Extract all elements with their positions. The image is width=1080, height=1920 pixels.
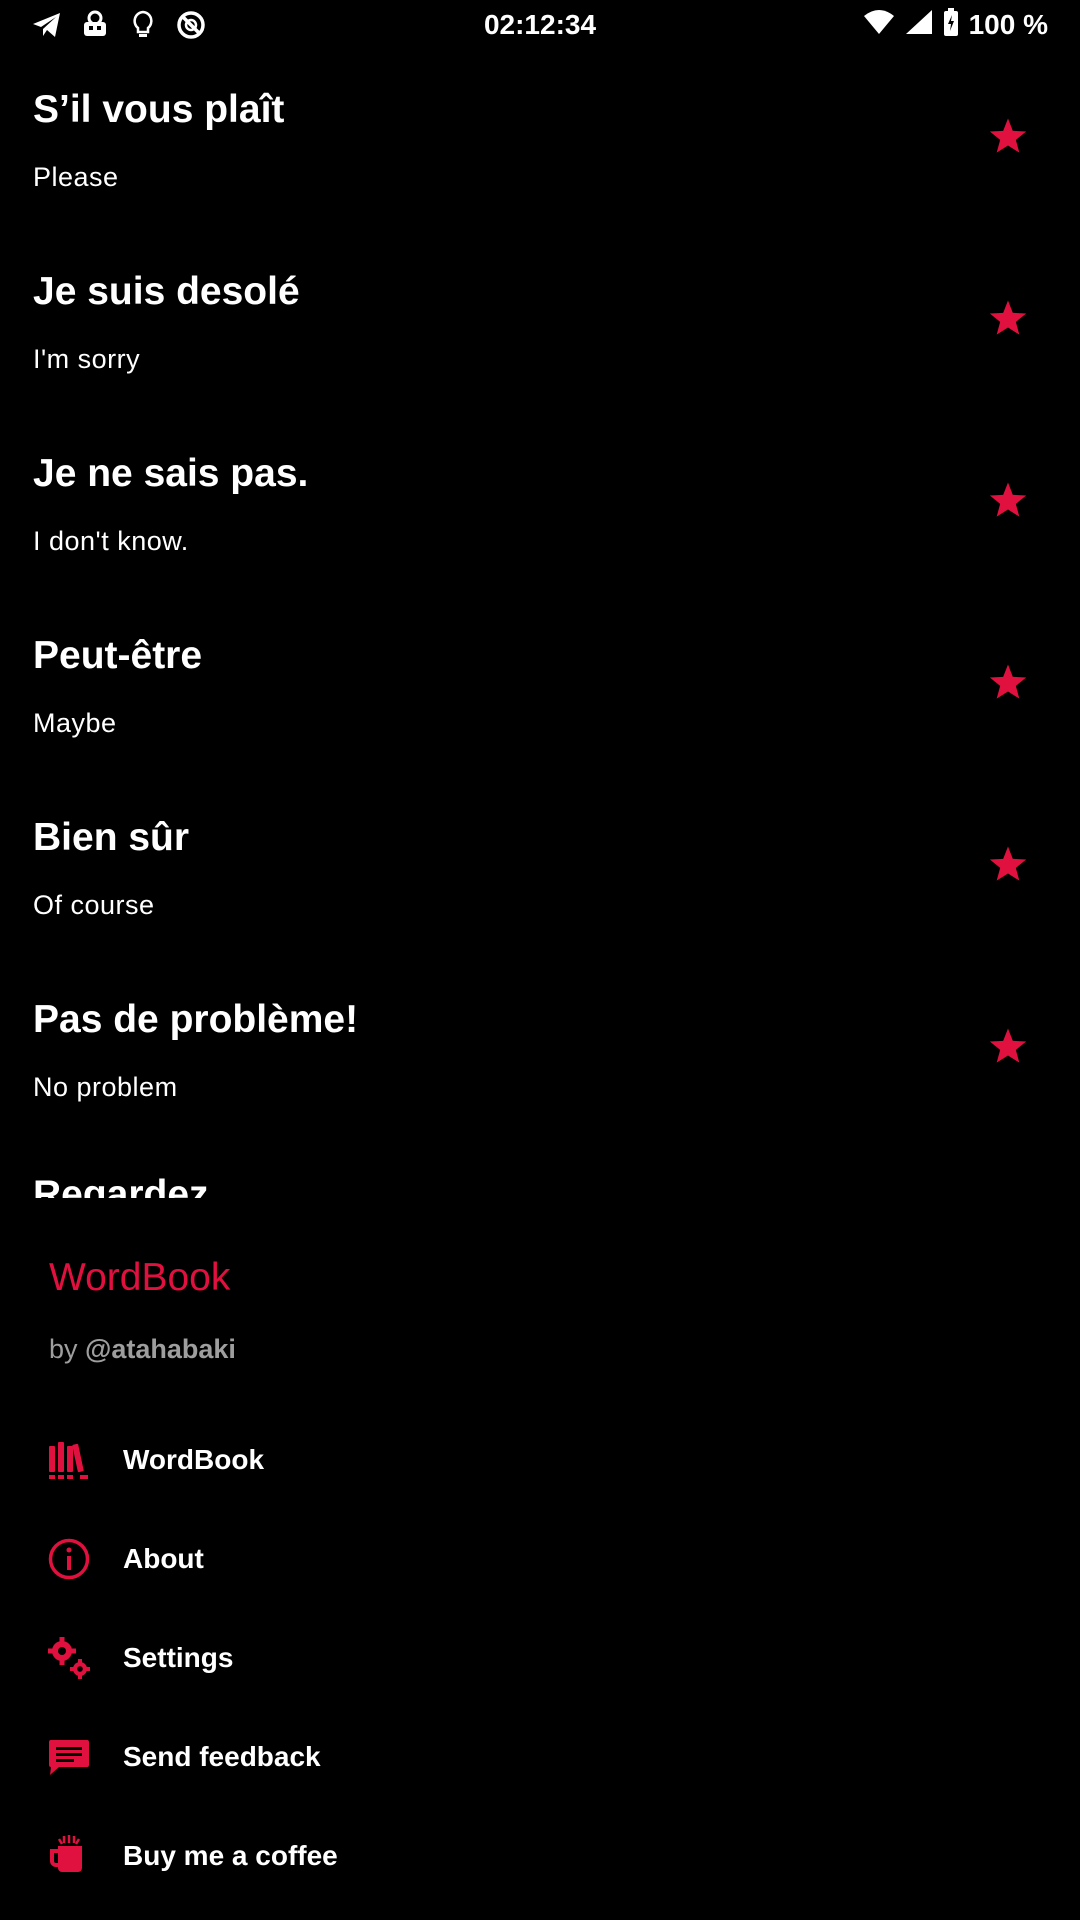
word-english: Please [33, 162, 119, 192]
word-french: Je ne sais pas. [33, 452, 309, 495]
menu-label: Send feedback [123, 1740, 321, 1772]
menu-label: Settings [123, 1641, 234, 1673]
battery-charging-icon [943, 7, 959, 43]
word-list-item[interactable]: Peut-être Maybe [0, 596, 1080, 778]
menu-label: About [123, 1542, 204, 1574]
favorite-star-icon[interactable] [984, 1022, 1032, 1070]
bulb-icon [128, 10, 158, 40]
word-english: I don't know. [33, 526, 189, 556]
favorite-star-icon[interactable] [984, 476, 1032, 524]
favorite-star-icon[interactable] [984, 112, 1032, 160]
status-bar: 02:12:34 100 % [0, 0, 1080, 50]
menu-item-settings[interactable]: Settings [0, 1608, 1080, 1707]
word-french: S’il vous plaît [33, 88, 285, 131]
word-english: I'm sorry [33, 344, 141, 374]
menu-item-send-feedback[interactable]: Send feedback [0, 1707, 1080, 1806]
signal-icon [905, 9, 933, 42]
telegram-icon [32, 10, 62, 40]
drawer-by-prefix: by [49, 1334, 78, 1364]
books-icon [47, 1438, 91, 1482]
menu-item-buy-coffee[interactable]: Buy me a coffee [0, 1806, 1080, 1905]
word-list-item[interactable]: Je ne sais pas. I don't know. [0, 414, 1080, 596]
menu-item-about[interactable]: About [0, 1509, 1080, 1608]
navigation-drawer: WordBook by @atahabaki WordBook About Se… [0, 1198, 1080, 1920]
word-list-item[interactable]: S’il vous plaît Please [0, 50, 1080, 232]
favorite-star-icon[interactable] [984, 658, 1032, 706]
word-french-partial[interactable]: Regardez [33, 1173, 209, 1198]
word-english: Maybe [33, 708, 117, 738]
feedback-icon [47, 1735, 91, 1779]
word-english: Of course [33, 890, 155, 920]
gears-icon [47, 1636, 91, 1680]
word-english: No problem [33, 1072, 178, 1102]
menu-label: WordBook [123, 1443, 265, 1475]
status-bar-notifications [32, 10, 206, 40]
word-french: Peut-être [33, 634, 203, 677]
word-list-item[interactable]: Je suis desolé I'm sorry [0, 232, 1080, 414]
info-icon [47, 1537, 91, 1581]
word-list[interactable]: S’il vous plaît Please Je suis desolé I'… [0, 50, 1080, 1198]
status-bar-system: 100 % [863, 7, 1048, 43]
drawer-author-line: by @atahabaki [49, 1334, 236, 1365]
word-list-item[interactable]: Pas de problème! No problem [0, 960, 1080, 1142]
word-french: Bien sûr [33, 816, 190, 859]
menu-label: Buy me a coffee [123, 1839, 338, 1871]
battery-percent: 100 % [968, 9, 1048, 40]
menu-item-wordbook[interactable]: WordBook [0, 1410, 1080, 1509]
wifi-icon [863, 9, 895, 42]
favorite-star-icon[interactable] [984, 840, 1032, 888]
word-list-item[interactable]: Bien sûr Of course [0, 778, 1080, 960]
coffee-icon [47, 1834, 91, 1878]
favorite-star-icon[interactable] [984, 294, 1032, 342]
robot-icon [80, 10, 110, 40]
drawer-app-title: WordBook [49, 1256, 231, 1299]
word-french: Pas de problème! [33, 998, 359, 1041]
word-french: Je suis desolé [33, 270, 300, 313]
circle-slash-icon [176, 10, 206, 40]
drawer-author-handle[interactable]: @atahabaki [85, 1334, 236, 1364]
